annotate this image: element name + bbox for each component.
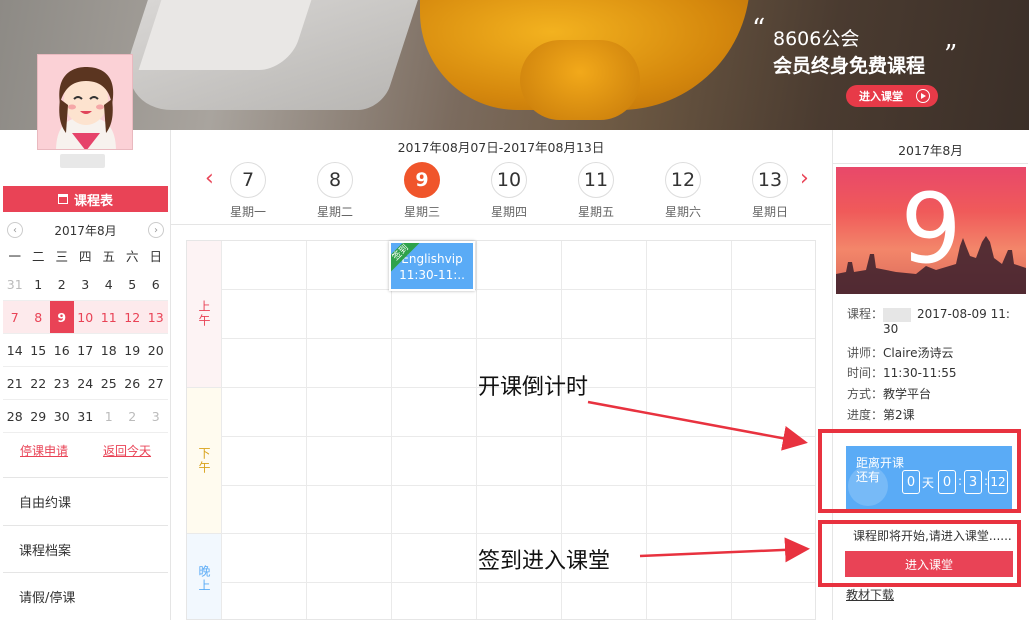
info-time: 时间：11:30-11:55 (847, 364, 957, 381)
big-day-number: 9 (900, 173, 962, 285)
mode-value: 教学平台 (883, 387, 932, 401)
mode-label: 方式： (847, 387, 884, 401)
day-card: 9 (836, 167, 1026, 294)
page: “ 8606公会 会员终身免费课程 ” 进入课堂 课程表 ‹ 2017年8月 ›… (0, 0, 1029, 620)
annotation-frame-countdown (818, 429, 1021, 513)
time-value: 11:30-11:55 (883, 366, 957, 380)
course-value: 2017-08-09 11: (917, 307, 1010, 321)
annotation-frame-enter (818, 520, 1021, 587)
annotation-enter: 签到进入课堂 (478, 549, 611, 574)
progress-value: 第2课 (883, 408, 915, 422)
right-divider (833, 163, 1028, 164)
annotation-countdown: 开课倒计时 (478, 375, 589, 400)
course-value-line2: 30 (883, 322, 899, 336)
info-progress: 进度：第2课 (847, 406, 915, 423)
progress-label: 进度： (847, 408, 884, 422)
right-month: 2017年8月 (898, 143, 963, 158)
course-label: 课程： (847, 307, 884, 321)
info-course: 课程： 2017-08-09 11: (847, 305, 1010, 322)
teacher-value: Claire汤诗云 (883, 346, 954, 360)
enter-arrow (639, 537, 810, 563)
time-label: 时间： (847, 366, 884, 380)
materials-download-link[interactable]: 教材下载 (846, 586, 894, 603)
course-name-blurred (883, 307, 912, 322)
info-teacher: 讲师：Claire汤诗云 (847, 344, 953, 361)
teacher-label: 讲师： (847, 346, 884, 360)
info-mode: 方式：教学平台 (847, 385, 931, 402)
countdown-arrow (587, 400, 808, 451)
